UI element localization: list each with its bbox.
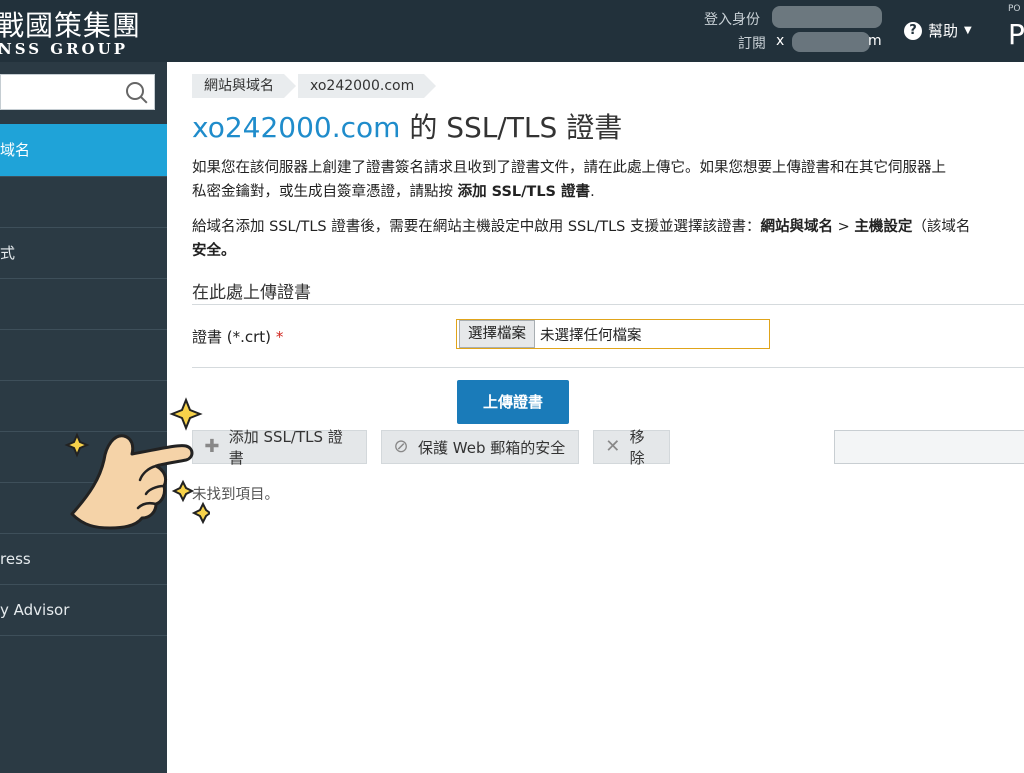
powered-by-label: PO <box>1008 4 1021 14</box>
plus-icon: ✚ <box>204 436 220 457</box>
hint-text-tail: （該域名 <box>912 219 971 235</box>
subscription-name-start[interactable]: x <box>776 33 784 49</box>
sidebar: 域名 式 ress y Advisor <box>0 62 167 773</box>
remove-button[interactable]: ✕ 移除 <box>593 428 670 467</box>
sidebar-item[interactable] <box>0 381 167 432</box>
subscription-label: 訂閱 <box>738 36 766 52</box>
question-icon: ? <box>904 21 922 40</box>
caret-down-icon: ▼ <box>964 25 972 36</box>
logo[interactable]: 戰國策集團 <box>0 4 141 44</box>
hint-separator: > <box>832 219 855 235</box>
intro-add-link: 添加 SSL/TLS 證書 <box>457 184 591 200</box>
sidebar-item-security-advisor[interactable]: y Advisor <box>0 585 167 636</box>
file-status-text: 未選擇任何檔案 <box>540 327 642 344</box>
intro-line-1: 如果您在該伺服器上創建了證書簽名請求且收到了證書文件，請在此處上傳它。如果您想要… <box>192 160 946 176</box>
sidebar-nav: 域名 式 ress y Advisor <box>0 124 167 636</box>
required-mark: * <box>275 328 284 346</box>
list-search-input[interactable] <box>834 430 1024 464</box>
login-label: 登入身份 <box>704 12 760 28</box>
page-title-domain: xo242000.com <box>192 111 401 144</box>
certificate-label-text: 證書 (*.crt) <box>192 328 272 346</box>
logo-subtitle: NSS GROUP <box>0 40 128 58</box>
sidebar-item-wordpress[interactable]: ress <box>0 534 167 585</box>
shield-icon: ⊘ <box>393 436 409 457</box>
hint-bold-websites: 網站與域名 <box>760 219 833 235</box>
upload-section-title: 在此處上傳證書 <box>192 283 311 303</box>
breadcrumb-item-domain[interactable]: xo242000.com <box>298 74 437 98</box>
hint-text: 給域名添加 SSL/TLS 證書後，需要在網站主機設定中啟用 SSL/TLS 支… <box>192 219 761 235</box>
add-certificate-label: 添加 SSL/TLS 證書 <box>228 428 343 467</box>
sidebar-item[interactable] <box>0 279 167 330</box>
top-bar: 戰國策集團 NSS GROUP 登入身份 訂閱 x m ? 幫助 ▼ PO P <box>0 0 1024 62</box>
help-menu[interactable]: ? 幫助 ▼ <box>904 20 972 41</box>
sidebar-item[interactable] <box>0 483 167 534</box>
hint-line-1: 給域名添加 SSL/TLS 證書後，需要在網站主機設定中啟用 SSL/TLS 支… <box>192 215 1024 239</box>
sidebar-item[interactable] <box>0 432 167 483</box>
upload-certificate-button[interactable]: 上傳證書 <box>457 380 569 424</box>
hint-line-2: 安全。 <box>192 239 1024 263</box>
help-label: 幫助 <box>928 22 959 40</box>
hint-bold-secure: 安全。 <box>192 243 236 259</box>
divider <box>192 304 1024 305</box>
secure-webmail-button[interactable]: ⊘ 保護 Web 郵箱的安全 <box>381 430 579 464</box>
secure-webmail-label: 保護 Web 郵箱的安全 <box>418 438 566 457</box>
sidebar-item[interactable] <box>0 177 167 228</box>
hint-bold-hosting: 主機設定 <box>854 219 913 235</box>
sidebar-item[interactable]: 式 <box>0 228 167 279</box>
list-toolbar: ✚ 添加 SSL/TLS 證書 ⊘ 保護 Web 郵箱的安全 ✕ 移除 <box>192 428 1024 467</box>
choose-file-button[interactable]: 選擇檔案 <box>459 320 535 348</box>
search-icon[interactable] <box>126 82 144 100</box>
sidebar-search-input[interactable] <box>0 74 155 110</box>
breadcrumb-item-websites[interactable]: 網站與域名 <box>192 74 296 98</box>
subscription-name-end[interactable]: m <box>868 33 882 49</box>
sidebar-item-websites-domains[interactable]: 域名 <box>0 124 167 177</box>
intro-paragraph: 如果您在該伺服器上創建了證書簽名請求且收到了證書文件，請在此處上傳它。如果您想要… <box>192 156 1024 204</box>
page-title-suffix: 的 SSL/TLS 證書 <box>400 111 623 144</box>
intro-period: . <box>590 184 595 200</box>
certificate-field-label: 證書 (*.crt) * <box>192 326 283 347</box>
intro-text: 私密金鑰對，或生成自簽章憑證，請點按 <box>192 184 458 200</box>
add-certificate-button[interactable]: ✚ 添加 SSL/TLS 證書 <box>192 428 367 467</box>
sidebar-item[interactable] <box>0 330 167 381</box>
hint-paragraph: 給域名添加 SSL/TLS 證書後，需要在網站主機設定中啟用 SSL/TLS 支… <box>192 215 1024 263</box>
close-icon: ✕ <box>605 436 621 457</box>
divider <box>192 367 1024 368</box>
intro-line-2: 私密金鑰對，或生成自簽章憑證，請點按 添加 SSL/TLS 證書. <box>192 180 1024 204</box>
certificate-file-input[interactable]: 選擇檔案 未選擇任何檔案 <box>456 319 770 349</box>
breadcrumb: 網站與域名 xo242000.com <box>192 74 438 98</box>
subscription-name-redacted <box>792 32 870 52</box>
remove-label: 移除 <box>629 428 645 467</box>
page-title: xo242000.com 的 SSL/TLS 證書 <box>192 106 622 146</box>
login-name-redacted <box>772 6 882 28</box>
empty-list-message: 未找到項目。 <box>192 487 279 503</box>
brand-logo: P <box>1008 18 1024 51</box>
